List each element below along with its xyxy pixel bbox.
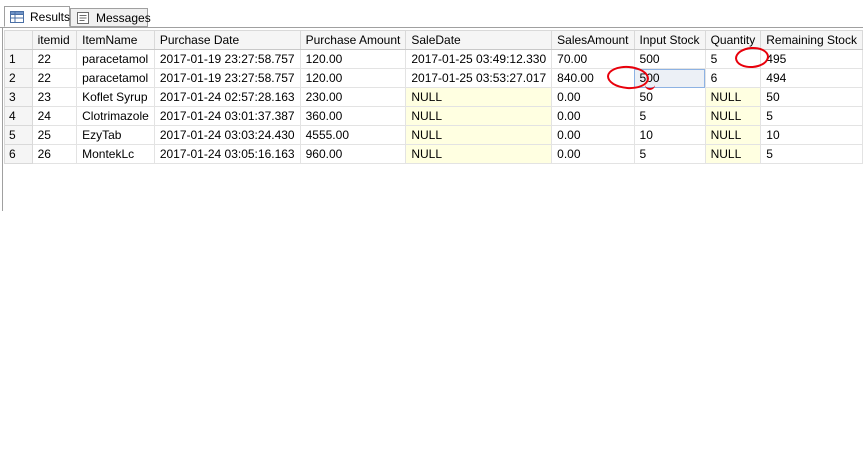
cell-saledate[interactable]: 2017-01-25 03:53:27.017 [405,68,553,88]
cell-input-stock[interactable]: 50 [633,87,706,107]
cell-itemname[interactable]: paracetamol [76,68,155,88]
cell-purchase-date[interactable]: 2017-01-24 03:05:16.163 [153,144,301,164]
cell-remaining-stock[interactable]: 5 [760,106,863,126]
cell-quantity[interactable]: NULL [704,87,762,107]
cell-purchase-amount[interactable]: 120.00 [299,49,407,69]
cell-remaining-stock[interactable]: 10 [760,125,863,145]
cell-itemname[interactable]: paracetamol [76,49,155,69]
cell-quantity[interactable]: NULL [704,106,762,126]
cell-itemid[interactable]: 23 [31,87,78,107]
cell-remaining-stock[interactable]: 5 [760,144,863,164]
cell-purchase-amount[interactable]: 360.00 [299,106,407,126]
cell-itemid[interactable]: 26 [31,144,78,164]
row-number-cell[interactable]: 2 [4,68,33,88]
cell-input-stock[interactable]: 500 [633,68,706,88]
column-header-purchase-date[interactable]: Purchase Date [153,30,301,50]
cell-purchase-amount[interactable]: 230.00 [299,87,407,107]
cell-itemname[interactable]: Koflet Syrup [76,87,155,107]
cell-purchase-amount[interactable]: 120.00 [299,68,407,88]
tab-messages-label: Messages [96,10,151,25]
table-row[interactable]: 2 22 paracetamol 2017-01-19 23:27:58.757 120… [4,68,863,88]
table-row[interactable]: 4 24 Clotrimazole 2017-01-24 03:01:37.387 36… [4,106,863,126]
tab-divider [0,27,863,28]
column-header-remaining-stock[interactable]: Remaining Stock [760,30,863,50]
cell-itemname[interactable]: MontekLc [76,144,155,164]
table-row[interactable]: 5 25 EzyTab 2017-01-24 03:03:24.430 4555.00 N… [4,125,863,145]
cell-purchase-date[interactable]: 2017-01-19 23:27:58.757 [153,49,301,69]
cell-purchase-date[interactable]: 2017-01-24 03:03:24.430 [153,125,301,145]
cell-purchase-date[interactable]: 2017-01-24 03:01:37.387 [153,106,301,126]
cell-saledate[interactable]: NULL [405,87,553,107]
results-grid-icon [10,10,24,23]
cell-saledate[interactable]: NULL [405,125,553,145]
cell-itemid[interactable]: 22 [31,68,78,88]
grid-header-row: itemid ItemName Purchase Date Purchase A… [4,30,863,50]
cell-saledate[interactable]: NULL [405,106,553,126]
tab-results-label: Results [30,9,71,24]
row-number-cell[interactable]: 1 [4,49,33,69]
cell-itemname[interactable]: EzyTab [76,125,155,145]
cell-salesamount[interactable]: 70.00 [551,49,635,69]
cell-quantity[interactable]: NULL [704,144,762,164]
table-row[interactable]: 1 22 paracetamol 2017-01-19 23:27:58.757 120… [4,49,863,69]
cell-itemid[interactable]: 24 [31,106,78,126]
results-grid: itemid ItemName Purchase Date Purchase A… [4,30,863,164]
cell-purchase-amount[interactable]: 960.00 [299,144,407,164]
row-number-cell[interactable]: 3 [4,87,33,107]
column-header-purchase-amount[interactable]: Purchase Amount [299,30,407,50]
cell-remaining-stock[interactable]: 494 [760,68,863,88]
row-number-cell[interactable]: 4 [4,106,33,126]
cell-purchase-date[interactable]: 2017-01-19 23:27:58.757 [153,68,301,88]
row-number-cell[interactable]: 6 [4,144,33,164]
table-row[interactable]: 3 23 Koflet Syrup 2017-01-24 02:57:28.163 23… [4,87,863,107]
cell-itemid[interactable]: 22 [31,49,78,69]
cell-saledate[interactable]: NULL [405,144,553,164]
cell-saledate[interactable]: 2017-01-25 03:49:12.330 [405,49,553,69]
tab-results[interactable]: Results [4,6,70,27]
cell-remaining-stock[interactable]: 50 [760,87,863,107]
cell-input-stock[interactable]: 5 [633,144,706,164]
results-tab-bar: Results Messages [0,0,863,28]
column-header-saledate[interactable]: SaleDate [405,30,553,50]
cell-itemname[interactable]: Clotrimazole [76,106,155,126]
column-header-input-stock[interactable]: Input Stock [633,30,706,50]
cell-input-stock[interactable]: 5 [633,106,706,126]
grid-corner[interactable] [4,30,33,50]
column-header-itemname[interactable]: ItemName [76,30,155,50]
cell-remaining-stock[interactable]: 495 [760,49,863,69]
cell-purchase-amount[interactable]: 4555.00 [299,125,407,145]
tab-messages[interactable]: Messages [70,8,151,27]
cell-salesamount[interactable]: 0.00 [551,125,635,145]
cell-salesamount[interactable]: 0.00 [551,87,635,107]
cell-itemid[interactable]: 25 [31,125,78,145]
cell-quantity[interactable]: 6 [704,68,762,88]
cell-purchase-date[interactable]: 2017-01-24 02:57:28.163 [153,87,301,107]
grid-left-border [2,28,3,211]
column-header-itemid[interactable]: itemid [31,30,78,50]
cell-salesamount[interactable]: 0.00 [551,144,635,164]
row-number-cell[interactable]: 5 [4,125,33,145]
cell-input-stock[interactable]: 500 [633,49,706,69]
cell-input-stock[interactable]: 10 [633,125,706,145]
cell-quantity[interactable]: 5 [704,49,762,69]
cell-salesamount[interactable]: 0.00 [551,106,635,126]
table-row[interactable]: 6 26 MontekLc 2017-01-24 03:05:16.163 960.00… [4,144,863,164]
cell-salesamount[interactable]: 840.00 [551,68,635,88]
column-header-quantity[interactable]: Quantity [704,30,762,50]
messages-icon [76,11,90,24]
column-header-salesamount[interactable]: SalesAmount [551,30,635,50]
cell-quantity[interactable]: NULL [704,125,762,145]
